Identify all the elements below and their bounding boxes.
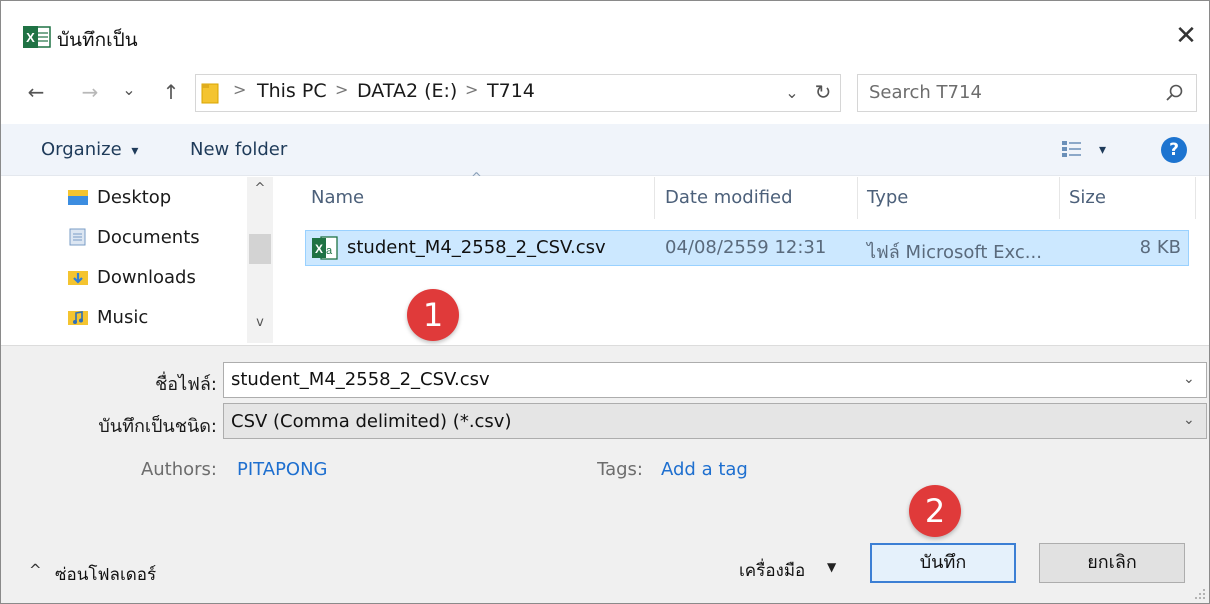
breadcrumb-separator: >: [465, 80, 479, 99]
step-2-badge: 2: [909, 485, 961, 537]
title-bar: [1, 1, 1210, 63]
filetype-value: CSV (Comma delimited) (*.csv): [231, 411, 512, 432]
filename-value: student_M4_2558_2_CSV.csv: [231, 369, 490, 390]
address-dropdown-icon[interactable]: ⌄: [781, 78, 803, 108]
column-divider[interactable]: [857, 177, 858, 219]
filename-label: ชื่อไฟล์:: [155, 374, 217, 395]
resize-grip-icon[interactable]: [1193, 587, 1207, 601]
file-type-cell: ไฟล์ Microsoft Exc...: [867, 242, 1042, 263]
breadcrumb-data2-drive[interactable]: DATA2 (E:): [357, 80, 457, 102]
breadcrumb-separator: >: [233, 80, 247, 99]
tags-label: Tags:: [597, 459, 643, 480]
file-size-cell: 8 KB: [1139, 237, 1181, 258]
sidebar-item-label: Music: [97, 306, 149, 328]
authors-value[interactable]: PITAPONG: [237, 459, 328, 480]
scroll-down-icon[interactable]: v: [247, 315, 273, 330]
authors-label: Authors:: [140, 459, 217, 480]
command-toolbar: [1, 124, 1209, 176]
organize-button[interactable]: Organize ▾: [41, 139, 138, 160]
view-options-caret-icon[interactable]: ▾: [1099, 142, 1106, 158]
breadcrumb-separator: >: [335, 80, 349, 99]
file-date-cell: 04/08/2559 12:31: [665, 237, 827, 258]
excel-icon-letter: X: [26, 30, 35, 45]
desktop-folder-icon: [68, 190, 88, 205]
column-header-name[interactable]: Name: [311, 187, 364, 208]
search-icon: [1166, 84, 1183, 101]
excel-icon: X: [23, 26, 51, 48]
save-as-dialog: X บันทึกเป็น ✕ ← → ⌄ ↑ > This PC > DATA2…: [0, 0, 1210, 604]
column-divider[interactable]: [654, 177, 655, 219]
scrollbar-thumb[interactable]: [249, 234, 271, 264]
excel-csv-file-icon: a X: [312, 236, 338, 260]
step-1-badge: 1: [407, 289, 459, 341]
sidebar-item-documents[interactable]: Documents: [67, 221, 200, 253]
documents-folder-icon: [69, 228, 86, 246]
breadcrumb-t714[interactable]: T714: [487, 80, 535, 102]
filename-dropdown-icon[interactable]: ⌄: [1183, 371, 1195, 387]
music-folder-icon: [68, 311, 88, 325]
new-folder-button[interactable]: New folder: [190, 139, 287, 160]
sidebar-item-desktop[interactable]: Desktop: [67, 181, 171, 213]
column-header-size[interactable]: Size: [1069, 187, 1106, 208]
cancel-button[interactable]: ยกเลิก: [1039, 543, 1185, 583]
sidebar-item-music[interactable]: Music: [67, 301, 148, 333]
tools-button[interactable]: เครื่องมือ: [739, 557, 805, 584]
back-button[interactable]: ←: [21, 77, 51, 107]
refresh-icon[interactable]: ↻: [809, 77, 837, 107]
sidebar-item-label: Desktop: [97, 186, 172, 208]
save-button[interactable]: บันทึก: [870, 543, 1016, 583]
svg-text:a: a: [326, 245, 333, 257]
downloads-folder-icon: [68, 271, 88, 285]
folder-icon: [201, 83, 219, 104]
up-button[interactable]: ↑: [156, 77, 186, 107]
close-button[interactable]: ✕: [1169, 19, 1203, 53]
sidebar-item-downloads[interactable]: Downloads: [67, 261, 196, 293]
tags-value[interactable]: Add a tag: [661, 459, 748, 480]
filetype-dropdown-icon[interactable]: ⌄: [1183, 412, 1195, 428]
file-icon-letter: X: [315, 242, 323, 256]
column-header-date-modified[interactable]: Date modified: [665, 187, 793, 208]
search-placeholder: Search T714: [869, 82, 982, 103]
organize-label: Organize: [41, 139, 122, 160]
hide-folders-button[interactable]: ซ่อนโฟลเดอร์: [55, 561, 156, 588]
filetype-label: บันทึกเป็นชนิด:: [98, 416, 217, 437]
sort-ascending-icon: ^: [471, 171, 482, 186]
breadcrumb-this-pc[interactable]: This PC: [257, 80, 327, 102]
tools-caret-icon[interactable]: ▼: [827, 560, 836, 574]
forward-button[interactable]: →: [75, 77, 105, 107]
sidebar-item-label: Documents: [97, 226, 200, 248]
sidebar-item-label: Downloads: [97, 266, 196, 288]
hide-folders-chevron-icon[interactable]: ^: [29, 561, 42, 579]
scroll-up-icon[interactable]: ^: [247, 181, 273, 196]
recent-locations-button[interactable]: ⌄: [119, 75, 139, 105]
column-divider[interactable]: [1059, 177, 1060, 219]
column-divider: [1195, 177, 1196, 219]
dialog-title: บันทึกเป็น: [57, 29, 138, 51]
help-button[interactable]: ?: [1161, 137, 1187, 163]
column-header-type[interactable]: Type: [867, 187, 908, 208]
view-options-icon[interactable]: [1061, 139, 1083, 159]
file-name-cell[interactable]: student_M4_2558_2_CSV.csv: [347, 237, 606, 258]
organize-caret-icon: ▾: [131, 143, 139, 159]
